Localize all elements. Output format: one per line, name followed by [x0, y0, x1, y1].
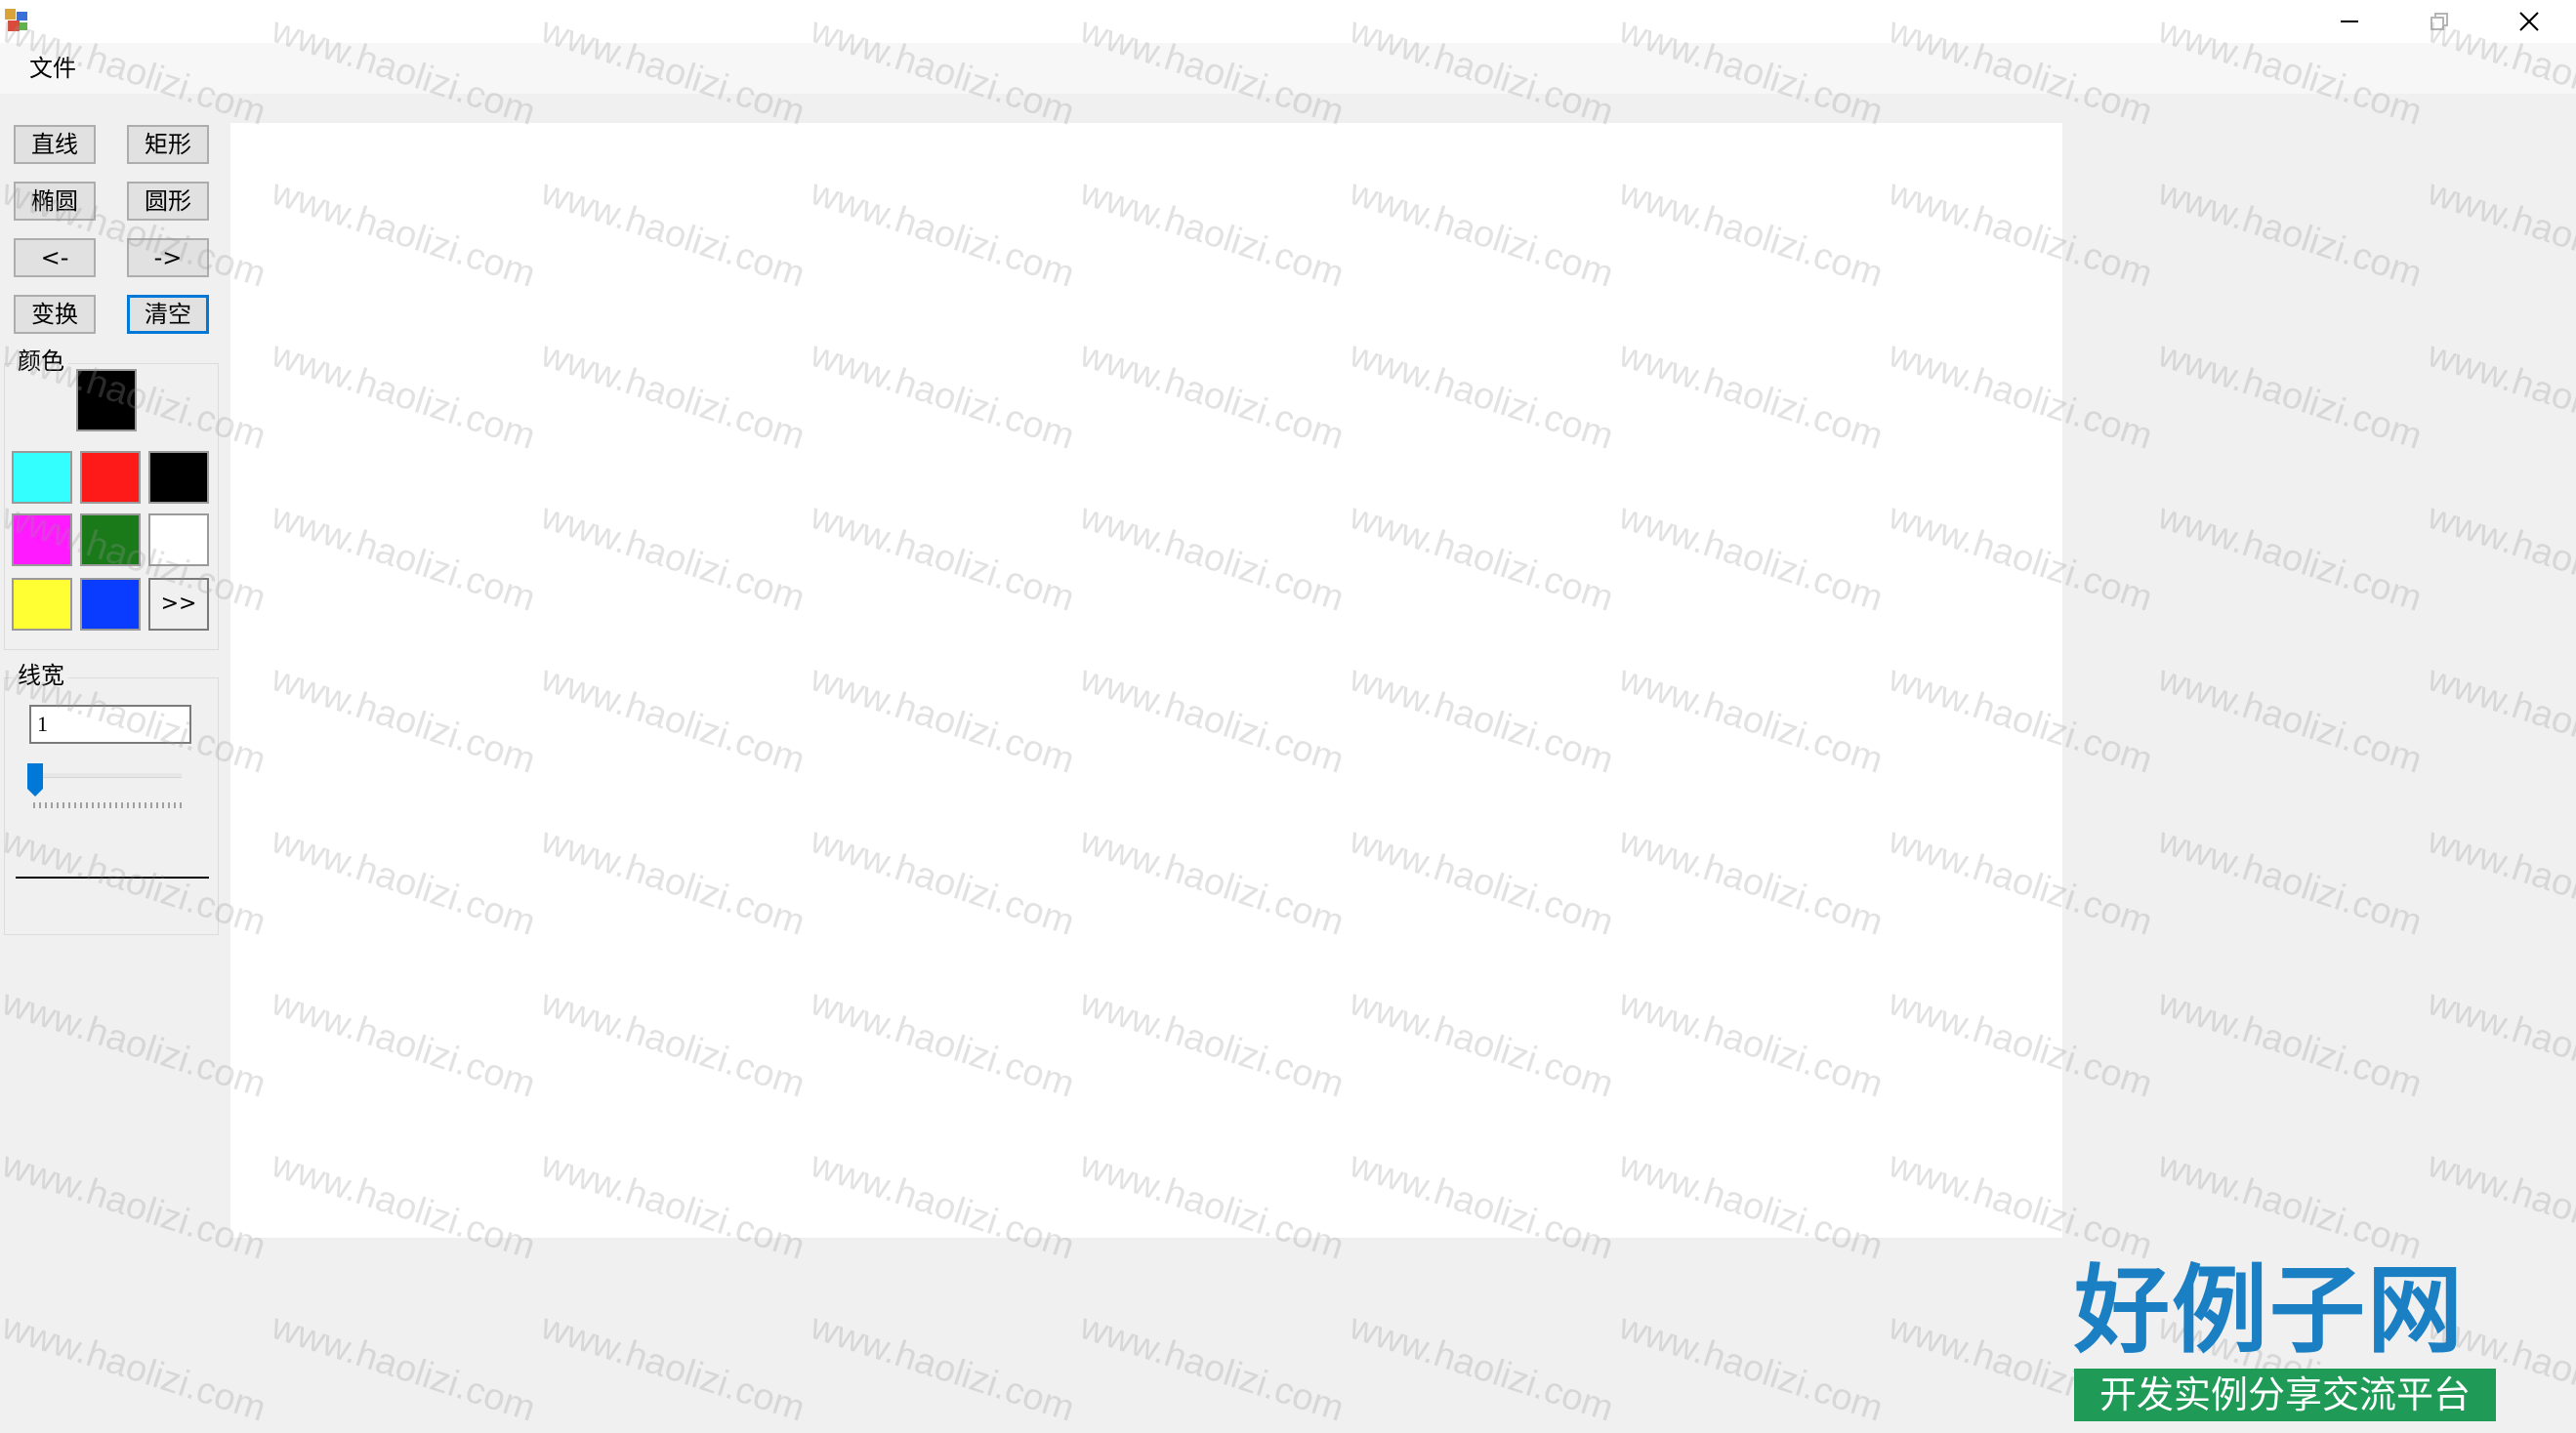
watermark-text: www.haolizi.com	[2153, 1144, 2428, 1268]
restore-icon	[2431, 13, 2448, 30]
close-button[interactable]	[2488, 0, 2570, 43]
watermark-text: www.haolizi.com	[2423, 334, 2576, 458]
color-swatch-magenta[interactable]	[12, 513, 72, 566]
color-swatch-blue[interactable]	[80, 578, 141, 631]
redo-button[interactable]: ->	[127, 238, 209, 277]
transform-button[interactable]: 变换	[14, 295, 96, 334]
clear-button[interactable]: 清空	[127, 295, 209, 334]
color-swatch-green[interactable]	[80, 513, 141, 566]
watermark-text: www.haolizi.com	[2423, 172, 2576, 296]
watermark-text: www.haolizi.com	[1345, 1306, 1619, 1430]
undo-button[interactable]: <-	[14, 238, 96, 277]
title-bar	[0, 0, 2576, 43]
line-width-slider-ticks	[33, 802, 182, 808]
line-width-preview	[16, 877, 209, 879]
rectangle-button[interactable]: 矩形	[127, 125, 209, 164]
watermark-text: www.haolizi.com	[2153, 982, 2428, 1106]
watermark-text: www.haolizi.com	[2153, 658, 2428, 782]
watermark-text: www.haolizi.com	[1614, 1306, 1889, 1430]
watermark-text: www.haolizi.com	[2423, 820, 2576, 944]
color-swatch-black[interactable]	[148, 451, 209, 504]
watermark-text: www.haolizi.com	[2153, 496, 2428, 620]
restore-button[interactable]	[2398, 0, 2480, 43]
color-swatch-cyan[interactable]	[12, 451, 72, 504]
watermark-text: www.haolizi.com	[2423, 496, 2576, 620]
line-button[interactable]: 直线	[14, 125, 96, 164]
watermark-text: www.haolizi.com	[2153, 820, 2428, 944]
circle-button[interactable]: 圆形	[127, 182, 209, 221]
watermark-text: www.haolizi.com	[2423, 658, 2576, 782]
color-group-label: 颜色	[14, 348, 68, 375]
watermark-text: www.haolizi.com	[536, 1306, 810, 1430]
line-width-slider-track[interactable]	[35, 773, 182, 778]
drawing-canvas[interactable]	[230, 123, 2062, 1238]
app-icon	[5, 9, 27, 31]
watermark-text: www.haolizi.com	[267, 1306, 541, 1430]
menu-file[interactable]: 文件	[16, 49, 90, 88]
ellipse-button[interactable]: 椭圆	[14, 182, 96, 221]
line-width-slider-thumb[interactable]	[25, 761, 45, 798]
watermark-text: www.haolizi.com	[2423, 1144, 2576, 1268]
line-width-input[interactable]	[29, 705, 191, 744]
minimize-icon	[2341, 20, 2358, 22]
color-swatch-red[interactable]	[80, 451, 141, 504]
watermark-logo: 好例子网 开发实例分享交流平台	[2070, 1257, 2498, 1423]
minimize-button[interactable]	[2308, 0, 2390, 43]
watermark-text: www.haolizi.com	[1075, 1306, 1350, 1430]
watermark-text: www.haolizi.com	[2153, 172, 2428, 296]
logo-subtitle: 开发实例分享交流平台	[2074, 1369, 2496, 1421]
watermark-text: www.haolizi.com	[2153, 334, 2428, 458]
logo-title: 好例子网	[2074, 1255, 2466, 1367]
line-width-group-label: 线宽	[14, 662, 68, 689]
watermark-text: www.haolizi.com	[2423, 982, 2576, 1106]
more-colors-button[interactable]: >>	[148, 578, 209, 631]
watermark-text: www.haolizi.com	[806, 1306, 1080, 1430]
watermark-text: www.haolizi.com	[0, 1306, 271, 1430]
color-swatch-white[interactable]	[148, 513, 209, 566]
menu-bar: 文件	[0, 43, 2576, 94]
color-swatch-yellow[interactable]	[12, 578, 72, 631]
current-color-swatch	[76, 369, 137, 431]
close-icon	[2519, 12, 2539, 31]
